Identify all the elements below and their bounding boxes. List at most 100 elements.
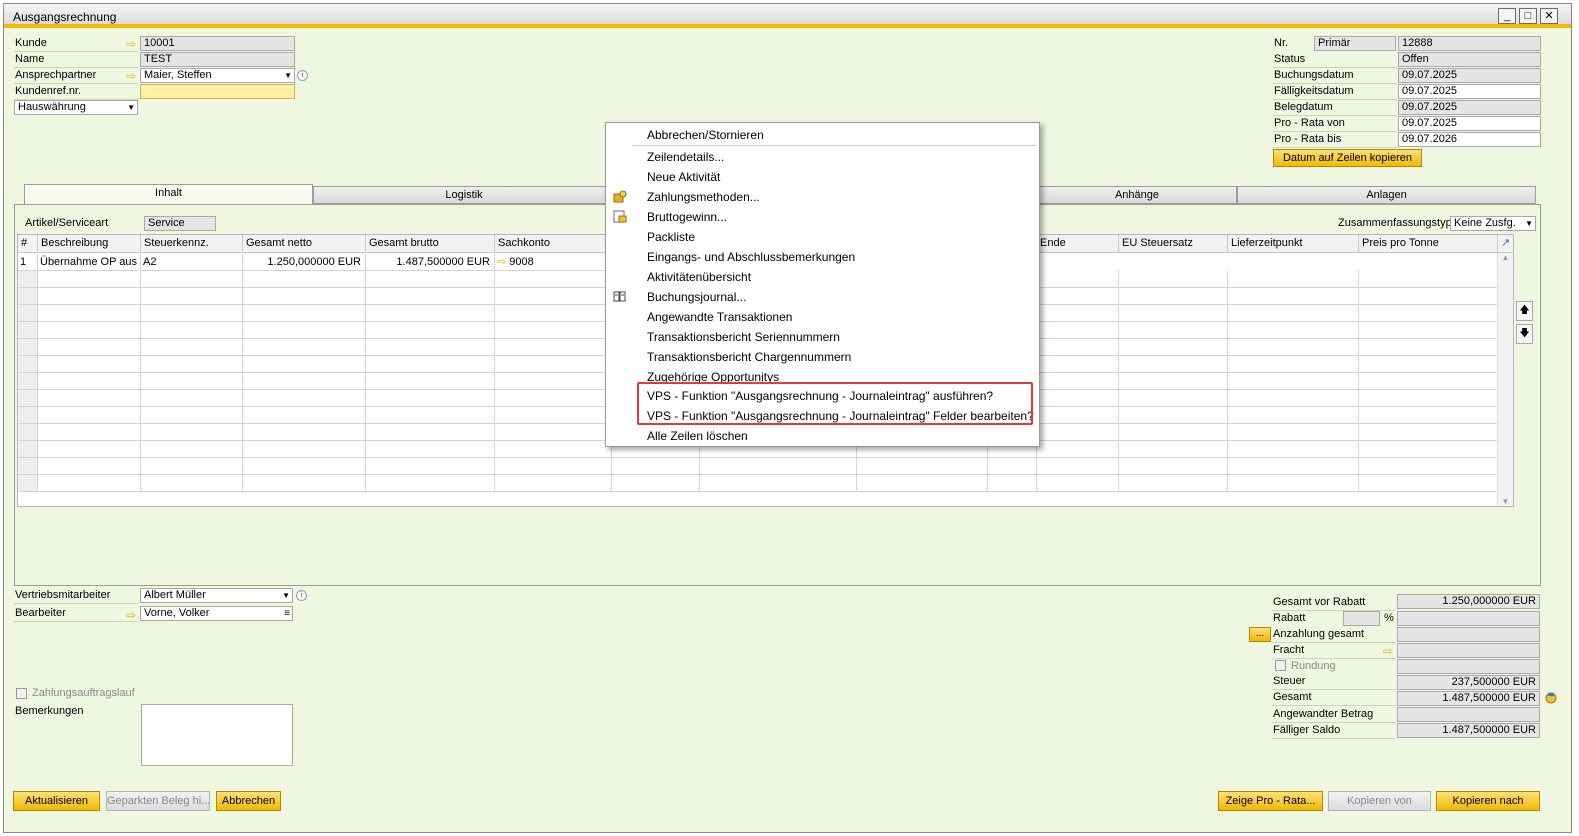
rabatt-field[interactable] <box>1397 611 1540 626</box>
info-icon[interactable]: i <box>297 70 308 81</box>
row-number[interactable] <box>18 407 38 424</box>
table-cell[interactable] <box>1359 288 1498 305</box>
list-icon[interactable]: ≡ <box>284 607 290 620</box>
table-cell[interactable] <box>1359 356 1498 373</box>
table-cell[interactable] <box>141 390 243 407</box>
table-cell[interactable] <box>1359 424 1498 441</box>
table-cell[interactable] <box>243 424 366 441</box>
table-cell[interactable] <box>495 441 612 458</box>
table-cell[interactable] <box>1228 475 1359 492</box>
table-cell[interactable] <box>243 373 366 390</box>
table-cell[interactable] <box>366 424 495 441</box>
table-cell[interactable] <box>495 339 612 356</box>
table-cell[interactable] <box>1037 271 1119 288</box>
row-number[interactable] <box>18 458 38 475</box>
zahlungslauf-checkbox[interactable] <box>16 688 27 699</box>
scroll-up-icon[interactable]: ▲ <box>1498 253 1513 262</box>
table-cell[interactable] <box>700 475 857 492</box>
table-cell[interactable] <box>1037 475 1119 492</box>
table-cell[interactable] <box>141 339 243 356</box>
column-header[interactable]: EU Steuersatz <box>1119 235 1228 253</box>
table-cell[interactable] <box>243 271 366 288</box>
title-bar[interactable]: Ausgangsrechnung _ □ ✕ <box>4 4 1571 28</box>
table-cell[interactable] <box>38 390 141 407</box>
info-icon[interactable]: i <box>296 590 307 601</box>
table-cell[interactable] <box>495 322 612 339</box>
steuer-field[interactable]: 237,500000 EUR <box>1397 675 1540 690</box>
menu-item-seriennummern[interactable]: Transaktionsbericht Seriennummern <box>647 330 840 344</box>
table-cell[interactable] <box>366 390 495 407</box>
column-header[interactable]: Sachkonto <box>495 235 612 253</box>
rundung-checkbox[interactable] <box>1275 660 1286 671</box>
link-arrow-icon[interactable]: ⇨ <box>126 609 138 621</box>
table-cell[interactable] <box>495 458 612 475</box>
menu-item-bemerkungen[interactable]: Eingangs- und Abschlussbemerkungen <box>647 250 855 264</box>
buchungsdatum-field[interactable]: 09.07.2025 <box>1398 68 1541 83</box>
vertrieb-dropdown[interactable]: Albert Müller ▼ <box>140 588 293 603</box>
link-arrow-icon[interactable]: ⇨ <box>126 38 138 50</box>
row-number[interactable] <box>18 441 38 458</box>
table-cell[interactable] <box>1359 475 1498 492</box>
table-cell[interactable] <box>1037 288 1119 305</box>
table-cell[interactable] <box>141 271 243 288</box>
table-cell[interactable] <box>38 322 141 339</box>
column-header[interactable]: Ende <box>1037 235 1119 253</box>
table-cell[interactable] <box>141 322 243 339</box>
menu-item-packliste[interactable]: Packliste <box>647 230 695 244</box>
row-number[interactable] <box>18 305 38 322</box>
anzahlung-more-button[interactable]: ... <box>1249 627 1271 642</box>
table-cell[interactable] <box>38 339 141 356</box>
rabatt-percent-input[interactable] <box>1343 611 1380 626</box>
table-cell[interactable] <box>495 356 612 373</box>
saldo-field[interactable]: 1.487,500000 EUR <box>1397 723 1540 738</box>
table-cell[interactable] <box>366 288 495 305</box>
table-cell[interactable] <box>366 322 495 339</box>
kunde-field[interactable]: 10001 <box>140 36 295 51</box>
rundung-field[interactable] <box>1397 659 1540 674</box>
menu-item-bruttogewinn[interactable]: Bruttogewinn... <box>647 210 727 224</box>
geparkt-button[interactable]: Geparkten Beleg hi... <box>106 791 210 811</box>
column-header[interactable]: Lieferzeitpunkt <box>1228 235 1359 253</box>
aktualisieren-button[interactable]: Aktualisieren <box>13 791 100 811</box>
column-header[interactable]: Steuerkennz. <box>141 235 243 253</box>
table-cell[interactable]: 1.487,500000 EUR <box>366 254 495 271</box>
table-cell[interactable] <box>495 390 612 407</box>
status-field[interactable]: Offen <box>1398 52 1541 67</box>
name-field[interactable]: TEST <box>140 52 295 67</box>
table-cell[interactable] <box>1037 356 1119 373</box>
menu-item-chargennummern[interactable]: Transaktionsbericht Chargennummern <box>647 350 851 364</box>
menu-item-angewandte-transaktionen[interactable]: Angewandte Transaktionen <box>647 310 792 324</box>
table-cell[interactable] <box>612 475 700 492</box>
menu-item-alle-zeilen-loeschen[interactable]: Alle Zeilen löschen <box>647 429 748 443</box>
table-cell[interactable] <box>1359 322 1498 339</box>
table-cell[interactable] <box>495 305 612 322</box>
artikel-dropdown[interactable]: Service <box>144 216 216 231</box>
table-cell[interactable]: ⇨ 9008 <box>495 254 612 271</box>
table-cell[interactable] <box>141 458 243 475</box>
table-cell[interactable] <box>141 373 243 390</box>
table-cell[interactable] <box>366 373 495 390</box>
table-cell[interactable] <box>1228 390 1359 407</box>
vertical-scrollbar[interactable]: ▲ ▼ <box>1497 253 1513 506</box>
tab-logistik[interactable]: Logistik <box>313 186 615 204</box>
table-cell[interactable] <box>243 322 366 339</box>
ansprech-dropdown[interactable]: Maier, Steffen ▼ <box>140 68 295 83</box>
table-cell[interactable] <box>366 271 495 288</box>
nr-field[interactable]: 12888 <box>1398 36 1541 51</box>
table-cell[interactable] <box>1228 407 1359 424</box>
row-number[interactable] <box>18 424 38 441</box>
table-cell[interactable] <box>1037 322 1119 339</box>
table-cell[interactable] <box>243 390 366 407</box>
table-cell[interactable] <box>1119 424 1228 441</box>
table-cell[interactable] <box>1119 322 1228 339</box>
table-cell[interactable] <box>243 458 366 475</box>
table-cell[interactable] <box>366 458 495 475</box>
table-cell[interactable] <box>988 458 1037 475</box>
tab-anlagen[interactable]: Anlagen <box>1237 186 1536 204</box>
column-header[interactable]: Gesamt brutto <box>366 235 495 253</box>
row-number[interactable] <box>18 390 38 407</box>
link-arrow-icon[interactable]: ⇨ <box>1383 645 1395 657</box>
table-cell[interactable] <box>1359 339 1498 356</box>
zusammen-dropdown[interactable]: Keine Zusfg. ▼ <box>1450 216 1536 231</box>
copy-date-button[interactable]: Datum auf Zeilen kopieren <box>1273 149 1422 167</box>
